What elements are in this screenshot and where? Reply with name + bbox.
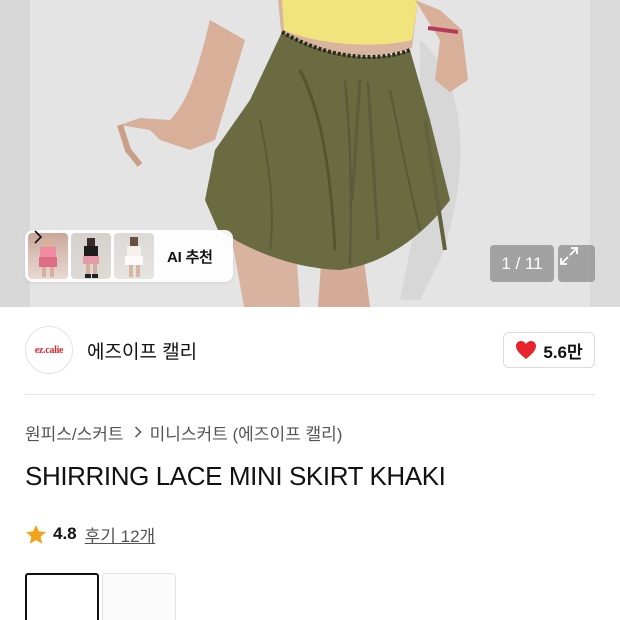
option-swatch-selected[interactable] bbox=[25, 573, 99, 620]
image-page-counter: 1 / 11 bbox=[490, 245, 554, 282]
section-divider bbox=[25, 394, 595, 395]
star-icon bbox=[26, 524, 46, 544]
brand-name-link[interactable]: 에즈이프 캘리 bbox=[87, 337, 197, 364]
like-count: 5.6만 bbox=[543, 342, 583, 362]
category-breadcrumb: 원피스/스커트 미니스커트 (에즈이프 캘리) bbox=[25, 420, 342, 444]
rating-row: 4.8 후기 12개 bbox=[25, 520, 155, 548]
rating-score: 4.8 bbox=[53, 524, 77, 543]
brand-logo[interactable]: ez.calie bbox=[25, 326, 73, 374]
option-swatch[interactable] bbox=[102, 573, 176, 620]
heart-icon bbox=[516, 341, 537, 359]
product-title: SHIRRING LACE MINI SKIRT KHAKI bbox=[25, 461, 446, 491]
product-image-carousel[interactable]: AI 추천 1 / 11 bbox=[0, 0, 620, 307]
ai-recommend-chip[interactable]: AI 추천 bbox=[25, 230, 233, 282]
expand-image-button[interactable] bbox=[558, 245, 595, 282]
brand-row: ez.calie 에즈이프 캘리 5.6만 bbox=[25, 326, 595, 374]
category-primary-link[interactable]: 원피스/스커트 bbox=[25, 420, 124, 445]
like-button[interactable]: 5.6만 bbox=[503, 332, 595, 368]
ai-thumbnail-3 bbox=[114, 233, 154, 279]
category-secondary-link[interactable]: 미니스커트 (에즈이프 캘리) bbox=[150, 420, 343, 445]
expand-icon bbox=[560, 247, 578, 265]
chevron-right-icon bbox=[34, 230, 43, 244]
review-count-link[interactable]: 후기 12개 bbox=[85, 522, 156, 547]
chevron-right-icon bbox=[134, 426, 142, 438]
brand-logo-text: ez.calie bbox=[34, 344, 64, 356]
ai-thumbnail-2 bbox=[71, 233, 111, 279]
ai-recommend-label: AI 추천 bbox=[167, 248, 213, 266]
